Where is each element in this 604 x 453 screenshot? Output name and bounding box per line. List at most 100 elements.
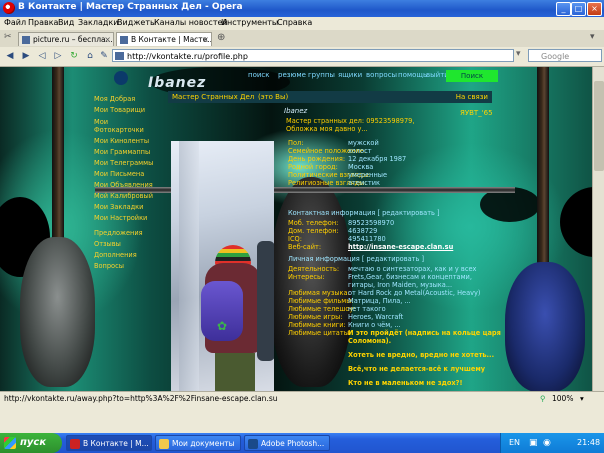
new-tab-icon[interactable]: ⊕ (217, 32, 225, 43)
nav-groups[interactable]: группы (308, 71, 335, 79)
close-tab-icon[interactable]: × (202, 33, 209, 46)
info-value: 495411780 (348, 235, 386, 243)
leftnav-item[interactable]: Мои Объявления (94, 181, 153, 189)
leftnav-item[interactable]: Мои Граммаппы (94, 148, 150, 156)
leftnav-item[interactable]: Мои Киноленты (94, 137, 149, 145)
info-value[interactable]: Москва (348, 163, 373, 171)
tab-label: В Контакте | Масте... (131, 35, 212, 44)
site-top-nav: поиск резюме группы ящики вопросы помощь… (0, 67, 604, 87)
leftnav-item[interactable]: Вопросы (94, 262, 124, 270)
contact-section-title[interactable]: Контактная информация [ редактировать ] (288, 209, 440, 217)
window-bottom-frame (0, 405, 604, 433)
info-label: Деятельность: (288, 265, 340, 273)
ibanez-tag: Ibanez (284, 107, 308, 115)
leftnav-item[interactable]: Мой Калибровый (94, 192, 153, 200)
profile-name: Мастер Странных Дел (172, 93, 255, 101)
edit-icon[interactable]: ✎ (98, 50, 110, 62)
tab-menu-icon[interactable]: ▾ (590, 32, 595, 42)
back-icon[interactable]: ◀ (4, 50, 16, 62)
taskbar-item-photoshop[interactable]: Adobe Photosh... (244, 435, 330, 451)
zoom-dropdown-icon[interactable]: ▾ (580, 392, 584, 406)
info-value: Heroes, Warcraft (348, 313, 404, 321)
info-value: от Hard Rock до Metal(Acoustic, Heavy) (348, 289, 481, 297)
taskbar-item-opera[interactable]: В Контакте | М... (66, 435, 152, 451)
home-icon[interactable]: ⌂ (84, 50, 96, 62)
info-value[interactable]: атеистик (348, 179, 380, 187)
info-label: Пол: (288, 139, 304, 147)
taskbar-item-documents[interactable]: Мои документы (155, 435, 241, 451)
nav-resume[interactable]: резюме (278, 71, 306, 79)
leftnav-item[interactable]: Предложения (94, 229, 143, 237)
network-icon[interactable]: ▣ (529, 433, 538, 453)
profile-self-label: (это Вы) (258, 93, 289, 101)
start-label: пуск (20, 437, 47, 448)
leftnav-item[interactable]: Фотокарточки (94, 126, 144, 134)
volume-icon[interactable]: ◉ (543, 433, 551, 453)
search-engine-placeholder: Google (541, 52, 570, 61)
forward-icon[interactable]: ▶ (20, 50, 32, 62)
menu-view[interactable]: Вид (58, 18, 74, 27)
leftnav-item[interactable]: Мои Настройки (94, 214, 147, 222)
info-value: мечтаю о синтезаторах, как и у всех (348, 265, 477, 273)
tab-vkontakte[interactable]: В Контакте | Масте... × (116, 32, 212, 46)
photo-tree (179, 141, 199, 391)
leftnav-item[interactable]: Мои Закладки (94, 203, 143, 211)
search-input[interactable]: Google (528, 49, 602, 62)
leftnav-item[interactable]: Мои Письмена (94, 170, 144, 178)
address-input[interactable]: http://vkontakte.ru/profile.php (112, 49, 514, 62)
nav-help[interactable]: помощь (398, 71, 427, 79)
system-tray: EN ▣ ◉ 21:48 (500, 433, 604, 453)
personal-section-title[interactable]: Личная информация [ редактировать ] (288, 255, 424, 263)
windows-logo-icon (4, 437, 16, 449)
language-indicator[interactable]: EN (509, 433, 520, 453)
leftnav-item[interactable]: Мои (94, 118, 108, 126)
leftnav-item[interactable]: Мои Товарищи (94, 106, 145, 114)
address-toolbar: ◀ ▶ ◁ ▷ ↻ ⌂ ✎ http://vkontakte.ru/profil… (0, 47, 604, 67)
dropdown-icon[interactable]: ▾ (516, 49, 521, 59)
scrollbar-thumb[interactable] (594, 81, 604, 171)
leftnav-item[interactable]: Мои Телеграммы (94, 159, 153, 167)
tab-scissors-icon[interactable]: ✂ (4, 32, 12, 42)
nav-boxes[interactable]: ящики (338, 71, 362, 79)
menu-file[interactable]: Файл (4, 18, 26, 27)
website-link[interactable]: http://insane-escape.clan.su (348, 243, 453, 251)
page-scrollbar[interactable] (592, 67, 604, 391)
folder-icon (159, 439, 169, 449)
zoom-icon[interactable]: ⚲ (540, 392, 546, 406)
start-button[interactable]: пуск (0, 433, 62, 453)
leftnav-item[interactable]: Моя Добрая (94, 95, 135, 103)
reload-icon[interactable]: ↻ (68, 50, 80, 62)
minimize-button[interactable]: _ (556, 2, 571, 16)
close-tab-icon[interactable]: × (104, 33, 111, 46)
taskbar: пуск В Контакте | М... Мои документы Ado… (0, 433, 604, 453)
zoom-level[interactable]: 100% (552, 392, 573, 406)
status-url: http://vkontakte.ru/away.php?to=http%3A%… (4, 394, 278, 403)
menu-widgets[interactable]: Виджеты (117, 18, 156, 27)
search-button[interactable]: Поиск (446, 70, 498, 82)
info-value[interactable]: умеренные (348, 171, 387, 179)
page-icon (22, 36, 30, 44)
title-bar: В Контакте | Мастер Странных Дел - Opera… (0, 0, 604, 17)
info-value[interactable]: холост (348, 147, 372, 155)
guitar-neck-horizontal (95, 187, 515, 193)
nav-search[interactable]: поиск (248, 71, 270, 79)
info-value[interactable]: 12 декабря 1987 (348, 155, 406, 163)
rewind-icon[interactable]: ◁ (36, 50, 48, 62)
menu-edit[interactable]: Правка (28, 18, 58, 27)
menu-feeds[interactable]: Каналы новостей (154, 18, 228, 27)
info-value[interactable]: мужской (348, 139, 379, 147)
menu-tools[interactable]: Инструменты (221, 18, 278, 27)
menu-help[interactable]: Справка (277, 18, 312, 27)
leftnav-item[interactable]: Отзывы (94, 240, 121, 248)
profile-photo[interactable]: ✿ (171, 141, 274, 391)
nav-questions[interactable]: вопросы (366, 71, 397, 79)
info-value: И это пройдёт (надпись на кольце царя (348, 329, 501, 337)
tab-picture[interactable]: picture.ru – беспла... × (18, 32, 114, 46)
fast-forward-icon[interactable]: ▷ (52, 50, 64, 62)
info-label: Родной город: (288, 163, 338, 171)
menu-bookmarks[interactable]: Закладки (78, 18, 118, 27)
close-button[interactable]: × (587, 2, 602, 16)
leftnav-item[interactable]: Дополнения (94, 251, 137, 259)
maximize-button[interactable]: □ (571, 2, 586, 16)
address-text: http://vkontakte.ru/profile.php (127, 52, 248, 61)
